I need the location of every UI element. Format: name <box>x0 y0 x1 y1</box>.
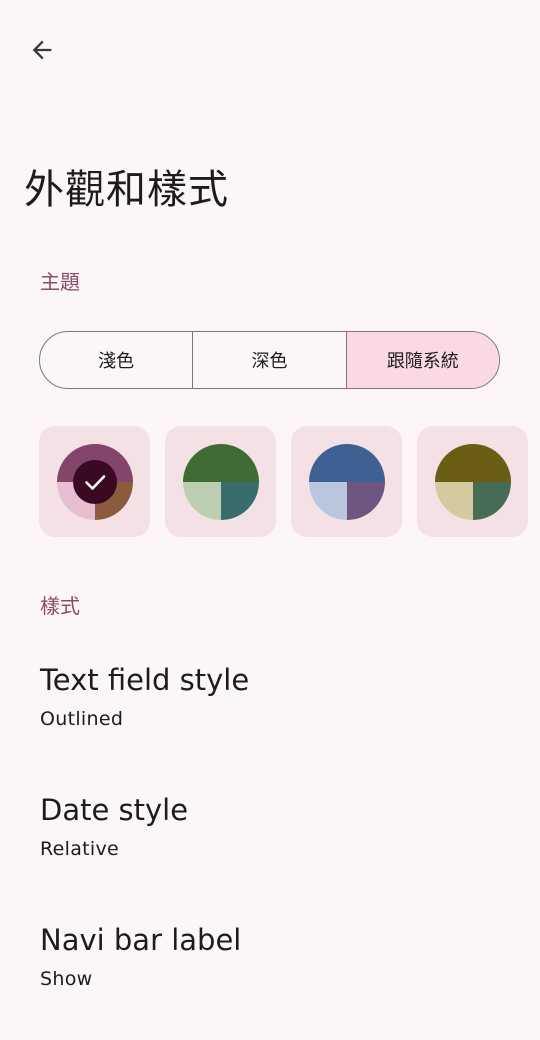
theme-light-button[interactable]: 淺色 <box>40 332 192 388</box>
text-field-style-setting[interactable]: Text field style Outlined <box>40 662 510 732</box>
date-style-setting[interactable]: Date style Relative <box>40 792 510 862</box>
palette-swatch-3[interactable] <box>291 426 402 537</box>
setting-summary: Relative <box>40 838 120 860</box>
palette-preview-1 <box>56 443 133 520</box>
setting-summary: Outlined <box>40 708 124 730</box>
style-section-header: 樣式 <box>40 594 80 618</box>
navi-bar-label-setting[interactable]: Navi bar label Show <box>40 922 510 992</box>
theme-system-button[interactable]: 跟隨系統 <box>345 332 499 388</box>
arrow-left-icon <box>32 40 52 60</box>
palette-preview-2 <box>182 443 259 520</box>
palette-swatch-1[interactable] <box>39 426 150 537</box>
setting-title: Date style <box>40 793 189 827</box>
page-title: 外觀和樣式 <box>24 167 229 213</box>
setting-title: Text field style <box>40 663 250 697</box>
palette-preview-3 <box>308 443 385 520</box>
palette-swatch-4[interactable] <box>417 426 528 537</box>
setting-title: Navi bar label <box>40 923 242 957</box>
palette-preview-4 <box>434 443 511 520</box>
setting-summary: Show <box>40 968 93 990</box>
back-button[interactable] <box>20 28 64 72</box>
palette-swatch-2[interactable] <box>165 426 276 537</box>
palette-row <box>39 426 540 538</box>
theme-mode-toggle: 淺色 深色 跟隨系統 <box>39 331 500 389</box>
theme-section-header: 主題 <box>40 270 80 294</box>
theme-dark-button[interactable]: 深色 <box>192 332 345 388</box>
